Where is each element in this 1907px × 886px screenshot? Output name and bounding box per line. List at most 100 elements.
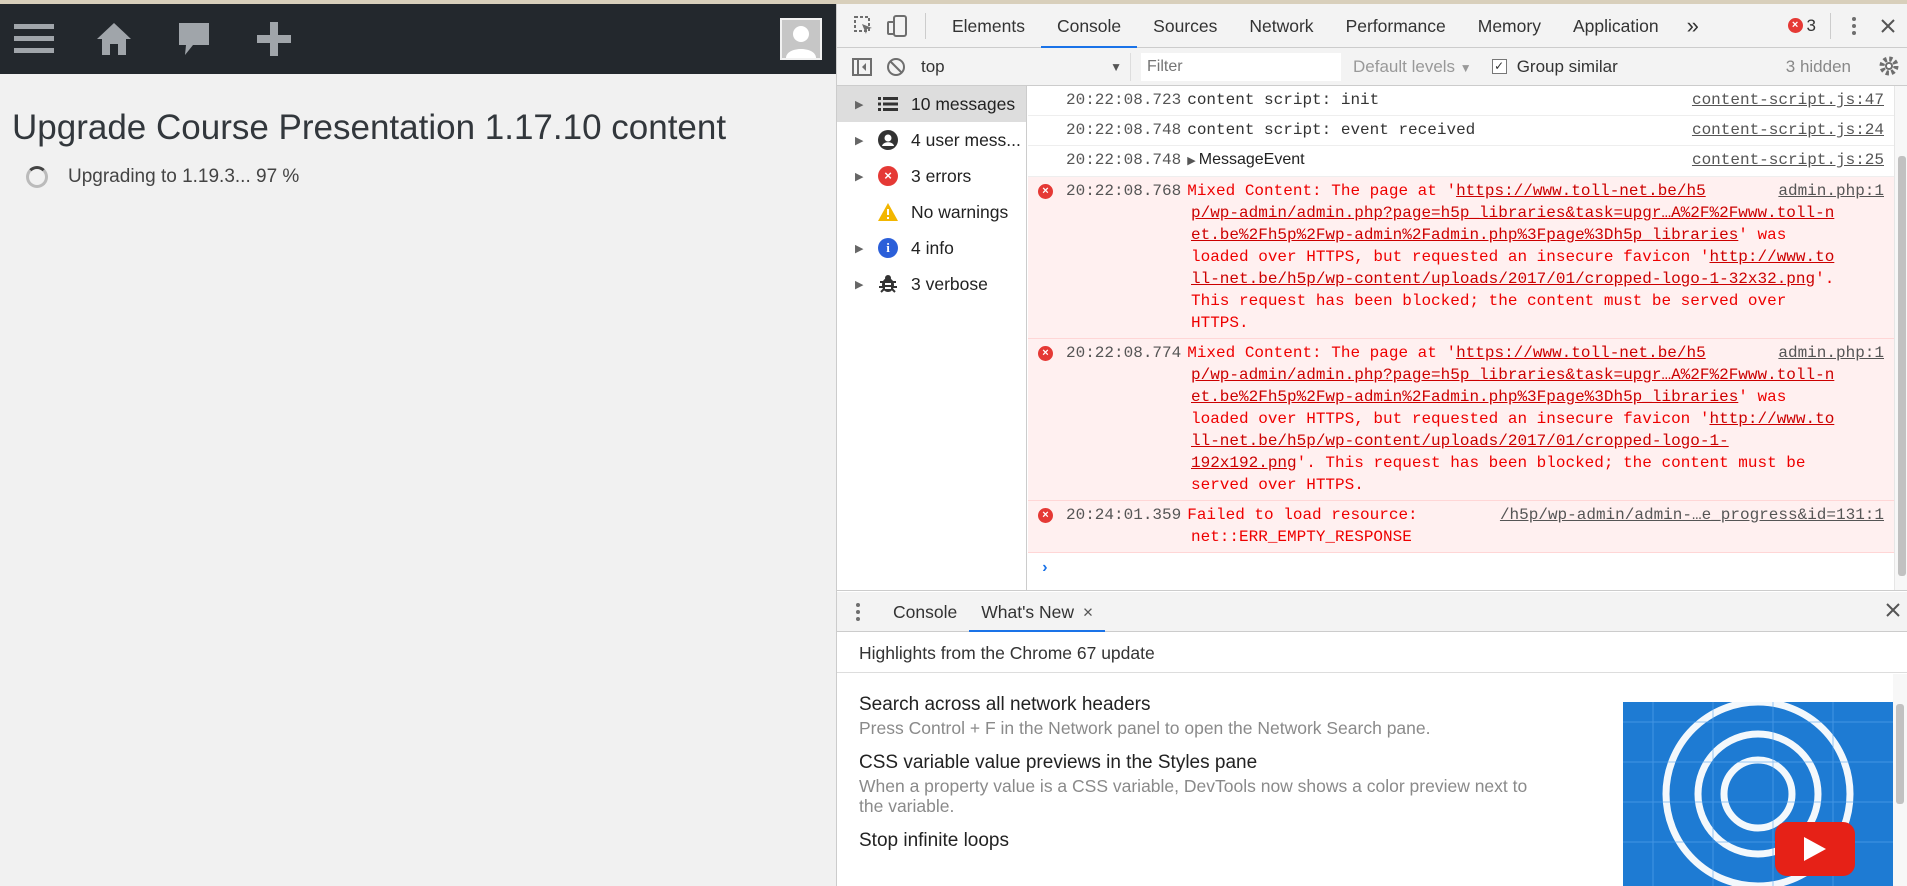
- console-scrollbar[interactable]: [1894, 86, 1907, 590]
- error-link[interactable]: et.be%2Fh5p%2Fwp-admin%2Fadmin.php%3Fpag…: [1191, 226, 1738, 244]
- sidebar-item-warnings[interactable]: No warnings: [837, 194, 1026, 230]
- error-text: Failed to load resource:: [1187, 506, 1418, 524]
- error-link[interactable]: p/wp-admin/admin.php?page=h5p_libraries&…: [1191, 204, 1834, 222]
- sidebar-item-errors[interactable]: ▶ × 3 errors: [837, 158, 1026, 194]
- error-link[interactable]: http://www.to: [1709, 248, 1834, 266]
- clear-console-icon[interactable]: [879, 50, 913, 84]
- hidden-count: 3 hidden: [1785, 56, 1851, 76]
- expand-arrow-icon: ▶: [855, 170, 864, 183]
- scrollbar-thumb[interactable]: [1896, 704, 1904, 804]
- levels-select[interactable]: Default levels ▼: [1353, 57, 1472, 77]
- drawer-tab-whats-new[interactable]: What's New ×: [969, 592, 1106, 632]
- error-link[interactable]: https://www.toll-net.be/h5: [1456, 344, 1706, 362]
- error-link[interactable]: p/wp-admin/admin.php?page=h5p_libraries&…: [1191, 366, 1834, 384]
- tab-application[interactable]: Application: [1557, 4, 1675, 48]
- feature-item[interactable]: Stop infinite loops: [859, 830, 1539, 852]
- progress-text: Upgrading to 1.19.3... 97 %: [68, 166, 300, 187]
- expand-arrow-icon: ▶: [855, 134, 864, 147]
- inspect-icon[interactable]: [847, 9, 881, 43]
- source-link[interactable]: /h5p/wp-admin/admin-…e_progress&id=131:1: [1493, 504, 1884, 526]
- source-link[interactable]: content-script.js:25: [1686, 149, 1884, 171]
- expand-arrow-icon: ▶: [855, 242, 864, 255]
- spinner-icon: [26, 166, 48, 188]
- sidebar-item-verbose[interactable]: ▶ 3 verbose: [837, 266, 1026, 302]
- sidebar-item-user-messages[interactable]: ▶ 4 user mess...: [837, 122, 1026, 158]
- tab-network[interactable]: Network: [1233, 4, 1329, 48]
- console-message[interactable]: 20:22:08.723 content script: init content…: [1028, 86, 1894, 116]
- gear-icon[interactable]: [1877, 54, 1901, 83]
- feature-item[interactable]: Search across all network headers Press …: [859, 694, 1539, 738]
- feature-desc: When a property value is a CSS variable,…: [859, 776, 1528, 816]
- tab-sources[interactable]: Sources: [1137, 4, 1233, 48]
- close-tab-icon[interactable]: ×: [1083, 602, 1093, 622]
- play-icon[interactable]: [1775, 822, 1855, 876]
- source-link[interactable]: content-script.js:47: [1686, 89, 1884, 111]
- console-message[interactable]: 20:22:08.748 ▶ MessageEvent content-scrip…: [1028, 146, 1894, 177]
- error-text: This request has been blocked; the conte…: [1191, 292, 1787, 310]
- timestamp: 20:22:08.748: [1066, 121, 1182, 139]
- feature-item[interactable]: CSS variable value previews in the Style…: [859, 752, 1539, 816]
- error-link[interactable]: https://www.toll-net.be/h5: [1456, 182, 1706, 200]
- comments-icon[interactable]: [170, 15, 218, 63]
- close-devtools-icon[interactable]: [1871, 9, 1905, 43]
- drawer-scrollbar[interactable]: [1893, 674, 1907, 886]
- tab-performance[interactable]: Performance: [1330, 4, 1462, 48]
- bug-icon: [877, 273, 899, 295]
- error-icon: ×: [1787, 18, 1803, 33]
- error-text: '. This request has been blocked; the co…: [1296, 454, 1806, 472]
- error-link[interactable]: ll-net.be/h5p/wp-content/uploads/2017/01…: [1191, 432, 1729, 450]
- dropdown-arrow-icon: ▼: [1110, 59, 1122, 74]
- source-link[interactable]: content-script.js:24: [1686, 119, 1884, 141]
- devtools-tabbar: Elements Console Sources Network Perform…: [837, 4, 1907, 48]
- error-count-badge[interactable]: × 3: [1787, 15, 1816, 36]
- group-similar-checkbox[interactable]: ✓ Group similar: [1491, 57, 1618, 77]
- timestamp: 20:22:08.748: [1066, 151, 1182, 169]
- close-drawer-icon[interactable]: [1886, 602, 1900, 622]
- sidebar-item-label: No warnings: [911, 201, 1009, 222]
- error-text: net::ERR_EMPTY_RESPONSE: [1191, 528, 1412, 546]
- console-prompt[interactable]: ›: [1028, 553, 1894, 577]
- timestamp: 20:22:08.723: [1066, 91, 1182, 109]
- console-messages: 20:22:08.723 content script: init content…: [1028, 86, 1894, 590]
- sidebar-toggle-icon[interactable]: [845, 50, 879, 84]
- video-thumbnail[interactable]: [1623, 702, 1893, 886]
- drawer-tabbar: Console What's New ×: [837, 592, 1907, 632]
- drawer-tab-console[interactable]: Console: [881, 592, 969, 632]
- tab-elements[interactable]: Elements: [936, 4, 1041, 48]
- console-error[interactable]: × 20:22:08.774 Mixed Content: The page at…: [1028, 339, 1894, 501]
- screen: Upgrade Course Presentation 1.17.10 cont…: [0, 0, 1907, 886]
- scrollbar-thumb[interactable]: [1898, 156, 1906, 576]
- error-text: ' was: [1738, 226, 1787, 244]
- kebab-menu-icon[interactable]: [1837, 9, 1871, 43]
- console-error[interactable]: × 20:24:01.359 Failed to load resource: /…: [1028, 501, 1894, 553]
- error-link[interactable]: et.be%2Fh5p%2Fwp-admin%2Fadmin.php%3Fpag…: [1191, 388, 1738, 406]
- console-message[interactable]: 20:22:08.748 content script: event receiv…: [1028, 116, 1894, 146]
- sidebar-item-messages[interactable]: ▶ 10 messages: [837, 86, 1026, 122]
- checkbox-checked-icon: ✓: [1491, 59, 1507, 74]
- home-icon[interactable]: [90, 15, 138, 63]
- expand-arrow-icon[interactable]: ▶: [1187, 155, 1199, 167]
- device-toolbar-icon[interactable]: [881, 9, 915, 43]
- error-text: '.: [1815, 270, 1835, 288]
- menu-icon[interactable]: [10, 15, 58, 63]
- message-text: content script: init: [1187, 91, 1380, 109]
- console-error[interactable]: × 20:22:08.768 Mixed Content: The page at…: [1028, 177, 1894, 339]
- add-new-icon[interactable]: [250, 15, 298, 63]
- source-link[interactable]: admin.php:1: [1772, 342, 1884, 364]
- source-link[interactable]: admin.php:1: [1772, 180, 1884, 202]
- filter-input[interactable]: [1141, 52, 1341, 81]
- tab-console[interactable]: Console: [1040, 4, 1138, 48]
- whats-new-heading: Highlights from the Chrome 67 update: [837, 633, 1907, 673]
- error-link[interactable]: http://www.to: [1709, 410, 1834, 428]
- error-link[interactable]: 192x192.png: [1191, 454, 1297, 472]
- tab-memory[interactable]: Memory: [1462, 4, 1557, 48]
- avatar[interactable]: [780, 18, 822, 60]
- kebab-menu-icon[interactable]: [841, 595, 875, 629]
- error-count: 3: [1806, 15, 1816, 35]
- context-select[interactable]: top ▼: [913, 52, 1131, 81]
- error-icon: ×: [877, 165, 899, 187]
- sidebar-item-info[interactable]: ▶ i 4 info: [837, 230, 1026, 266]
- error-link[interactable]: ll-net.be/h5p/wp-content/uploads/2017/01…: [1191, 270, 1815, 288]
- more-tabs-button[interactable]: »: [1675, 4, 1711, 48]
- message-text: MessageEvent: [1198, 151, 1305, 168]
